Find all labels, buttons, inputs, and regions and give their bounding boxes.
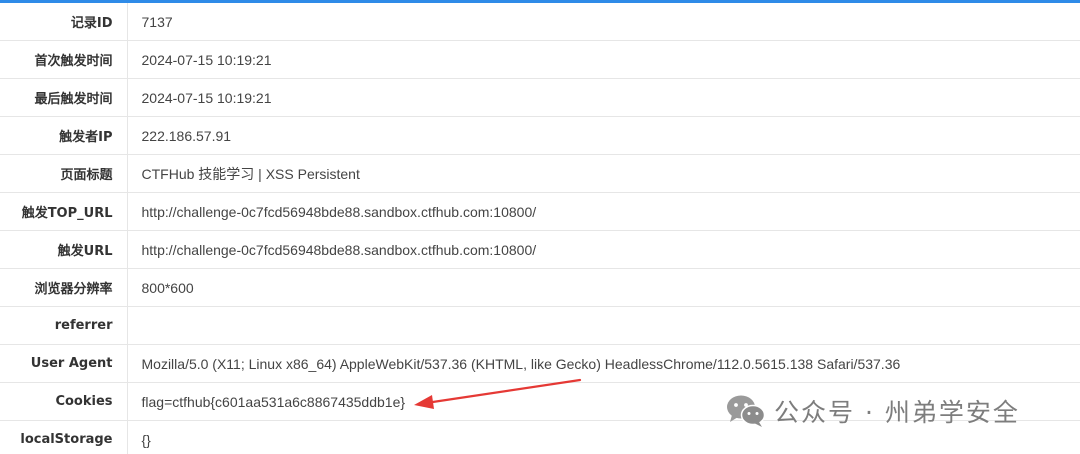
row-page-title: 页面标题 CTFHub 技能学习 | XSS Persistent (0, 154, 1080, 193)
red-arrow-icon (414, 378, 582, 409)
label-trigger-url: 触发URL (0, 230, 128, 269)
value-record-id: 7137 (127, 3, 1080, 41)
label-first-trigger-time: 首次触发时间 (0, 40, 128, 79)
row-first-trigger-time: 首次触发时间 2024-07-15 10:19:21 (0, 40, 1080, 79)
value-trigger-url[interactable]: http://challenge-0c7fcd56948bde88.sandbo… (127, 230, 1080, 269)
label-local-storage: localStorage (0, 420, 128, 454)
value-first-trigger-time: 2024-07-15 10:19:21 (127, 40, 1080, 79)
row-top-url: 触发TOP_URL http://challenge-0c7fcd56948bd… (0, 192, 1080, 231)
label-top-url: 触发TOP_URL (0, 192, 128, 231)
row-user-agent: User Agent Mozilla/5.0 (X11; Linux x86_6… (0, 344, 1080, 383)
watermark-text: 公众号 · 州弟学安全 (774, 398, 1020, 427)
label-browser-resolution: 浏览器分辨率 (0, 268, 128, 307)
row-record-id: 记录ID 7137 (0, 3, 1080, 41)
row-trigger-url: 触发URL http://challenge-0c7fcd56948bde88.… (0, 230, 1080, 269)
label-cookies: Cookies (0, 382, 128, 421)
label-user-agent: User Agent (0, 344, 128, 383)
value-browser-resolution: 800*600 (127, 268, 1080, 307)
value-last-trigger-time: 2024-07-15 10:19:21 (127, 78, 1080, 117)
label-last-trigger-time: 最后触发时间 (0, 78, 128, 117)
label-trigger-ip: 触发者IP (0, 116, 128, 155)
watermark: 公众号 · 州弟学安全 (726, 393, 1020, 429)
value-user-agent: Mozilla/5.0 (X11; Linux x86_64) AppleWeb… (127, 344, 1080, 383)
value-trigger-ip: 222.186.57.91 (127, 116, 1080, 155)
wechat-icon (727, 395, 766, 427)
value-page-title: CTFHub 技能学习 | XSS Persistent (127, 154, 1080, 193)
row-trigger-ip: 触发者IP 222.186.57.91 (0, 116, 1080, 155)
label-referrer: referrer (0, 306, 128, 345)
label-record-id: 记录ID (0, 3, 128, 41)
row-last-trigger-time: 最后触发时间 2024-07-15 10:19:21 (0, 78, 1080, 117)
row-browser-resolution: 浏览器分辨率 800*600 (0, 268, 1080, 307)
row-referrer: referrer (0, 306, 1080, 345)
value-referrer (127, 306, 1080, 345)
label-page-title: 页面标题 (0, 154, 128, 193)
value-top-url[interactable]: http://challenge-0c7fcd56948bde88.sandbo… (127, 192, 1080, 231)
